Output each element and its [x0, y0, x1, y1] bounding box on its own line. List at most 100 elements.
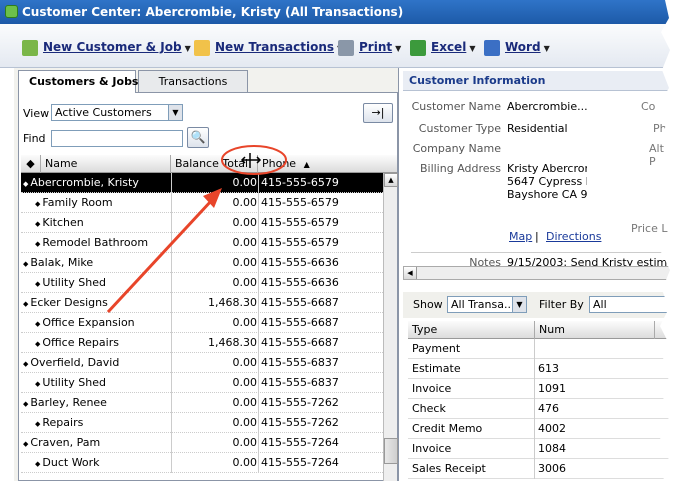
phone-cell: 415-555-6636 [261, 256, 339, 269]
phone-cell: 415-555-7262 [261, 416, 339, 429]
customer-info-pane: Customer Information Customer Name Aberc… [398, 68, 673, 481]
bullet-diamond-icon: ◆ [35, 200, 41, 208]
customer-name-text: Office Expansion [42, 316, 135, 329]
transaction-row[interactable]: Check 476 [408, 399, 673, 419]
divider [411, 252, 673, 253]
customer-name-text: Overfield, David [30, 356, 120, 369]
bullet-diamond-icon: ◆ [23, 180, 29, 188]
column-divider [171, 213, 172, 233]
directions-link[interactable]: Directions [546, 230, 601, 243]
column-divider [258, 333, 259, 353]
customer-row[interactable]: ◆ Duct Work 0.00 415-555-7264 [21, 453, 383, 473]
column-divider [171, 453, 172, 473]
printer-icon [338, 39, 354, 56]
column-type[interactable]: Type [408, 321, 535, 339]
transaction-num-cell: 1091 [538, 382, 566, 395]
scroll-up-icon[interactable]: ▲ [384, 173, 398, 187]
column-name[interactable]: Name [41, 155, 171, 173]
transaction-row[interactable]: Sales Receipt 3006 [408, 459, 673, 479]
new-customer-job-label: New Customer & Job [43, 40, 182, 54]
customer-row[interactable]: ◆ Office Expansion 0.00 415-555-6687 [21, 313, 383, 333]
transaction-row[interactable]: Payment [408, 339, 673, 359]
transaction-type-cell: Invoice [412, 442, 452, 455]
new-transactions-button[interactable]: New Transactions▼ [194, 38, 343, 56]
customer-row[interactable]: ◆ Repairs 0.00 415-555-7262 [21, 413, 383, 433]
transaction-type-cell: Credit Memo [412, 422, 483, 435]
find-button[interactable]: 🔍 [187, 127, 209, 148]
customer-row[interactable]: ◆ Family Room 0.00 415-555-6579 [21, 193, 383, 213]
bullet-diamond-icon: ◆ [35, 460, 41, 468]
scroll-left-icon[interactable]: ◀ [404, 267, 417, 279]
excel-button[interactable]: Excel ▼ [410, 38, 475, 56]
bullet-diamond-icon: ◆ [23, 260, 29, 268]
column-divider [258, 373, 259, 393]
balance-cell: 0.00 [232, 356, 258, 369]
customer-name-text: Craven, Pam [30, 436, 101, 449]
column-divider [258, 393, 259, 413]
customer-info-hscrollbar[interactable]: ◀ [403, 266, 673, 280]
balance-cell: 0.00 [232, 176, 258, 189]
bullet-diamond-icon: ◆ [35, 280, 41, 288]
phone-cell: 415-555-6687 [261, 296, 339, 309]
scroll-thumb[interactable] [384, 438, 398, 464]
transaction-row[interactable]: Credit Memo 4002 [408, 419, 673, 439]
customer-row[interactable]: ◆ Abercrombie, Kristy 0.00 415-555-6579 [21, 173, 383, 193]
tab-transactions[interactable]: Transactions [138, 70, 248, 92]
new-customer-job-button[interactable]: New Customer & Job ▼ [22, 38, 191, 56]
column-divider [258, 433, 259, 453]
customer-row[interactable]: ◆ Barley, Renee 0.00 415-555-7262 [21, 393, 383, 413]
column-phone[interactable]: Phone ▲ [258, 155, 397, 173]
column-num[interactable]: Num [535, 321, 655, 339]
title-bar: Customer Center: Abercrombie, Kristy (Al… [0, 0, 673, 24]
transaction-row[interactable]: Invoice 1091 [408, 379, 673, 399]
customer-name-cell: ◆ Repairs [35, 413, 83, 434]
bullet-diamond-icon: ◆ [23, 300, 29, 308]
balance-cell: 0.00 [232, 256, 258, 269]
customer-row[interactable]: ◆ Utility Shed 0.00 415-555-6837 [21, 373, 383, 393]
view-select[interactable]: Active Customers ▼ [51, 104, 183, 121]
show-select[interactable]: All Transa... ▼ [447, 296, 527, 313]
transaction-row[interactable]: Estimate 613 [408, 359, 673, 379]
customer-row[interactable]: ◆ Office Repairs 1,468.30 415-555-6687 [21, 333, 383, 353]
customer-row[interactable]: ◆ Overfield, David 0.00 415-555-6837 [21, 353, 383, 373]
column-divider [258, 453, 259, 473]
customer-row[interactable]: ◆ Ecker Designs 1,468.30 415-555-6687 [21, 293, 383, 313]
customer-name-cell: ◆ Utility Shed [35, 273, 106, 294]
balance-cell: 0.00 [232, 396, 258, 409]
customer-name-text: Abercrombie, Kristy [30, 176, 139, 189]
filter-by-label: Filter By [539, 298, 584, 311]
column-divider [171, 433, 172, 453]
customer-name-text: Family Room [42, 196, 113, 209]
print-button[interactable]: Print ▼ [338, 38, 401, 56]
excel-label: Excel [431, 40, 467, 54]
customer-row[interactable]: ◆ Balak, Mike 0.00 415-555-6636 [21, 253, 383, 273]
billing-address-label: Billing Address [419, 162, 501, 175]
column-balance-total[interactable]: Balance Total [171, 155, 258, 173]
window-title: Customer Center: Abercrombie, Kristy (Al… [22, 5, 404, 19]
tab-customers-jobs[interactable]: Customers & Jobs [18, 70, 138, 93]
bullet-diamond-icon: ◆ [35, 240, 41, 248]
sort-diamond-icon[interactable]: ◆ [21, 155, 41, 173]
find-input[interactable] [51, 130, 183, 147]
map-link[interactable]: Map [509, 230, 532, 243]
customer-row[interactable]: ◆ Kitchen 0.00 415-555-6579 [21, 213, 383, 233]
transaction-type-cell: Invoice [412, 382, 452, 395]
phone-cell: 415-555-6579 [261, 236, 339, 249]
column-divider [258, 213, 259, 233]
column-divider [258, 273, 259, 293]
column-divider [171, 353, 172, 373]
bullet-diamond-icon: ◆ [35, 420, 41, 428]
customer-center-window: Customer Center: Abercrombie, Kristy (Al… [0, 0, 673, 481]
transaction-row[interactable]: Invoice 1084 [408, 439, 673, 459]
customer-list-scrollbar[interactable]: ▲ [383, 173, 398, 481]
customer-name-text: Ecker Designs [30, 296, 108, 309]
customer-name-text: Repairs [42, 416, 84, 429]
collapse-pane-button[interactable]: →| [363, 103, 393, 123]
word-button[interactable]: Word ▼ [484, 38, 550, 56]
customer-row[interactable]: ◆ Utility Shed 0.00 415-555-6636 [21, 273, 383, 293]
customer-name-cell: ◆ Remodel Bathroom [35, 233, 148, 254]
customer-row[interactable]: ◆ Remodel Bathroom 0.00 415-555-6579 [21, 233, 383, 253]
customer-row[interactable]: ◆ Craven, Pam 0.00 415-555-7264 [21, 433, 383, 453]
sort-ascending-icon: ▲ [303, 160, 310, 169]
company-name-label: Company Name [412, 142, 501, 155]
